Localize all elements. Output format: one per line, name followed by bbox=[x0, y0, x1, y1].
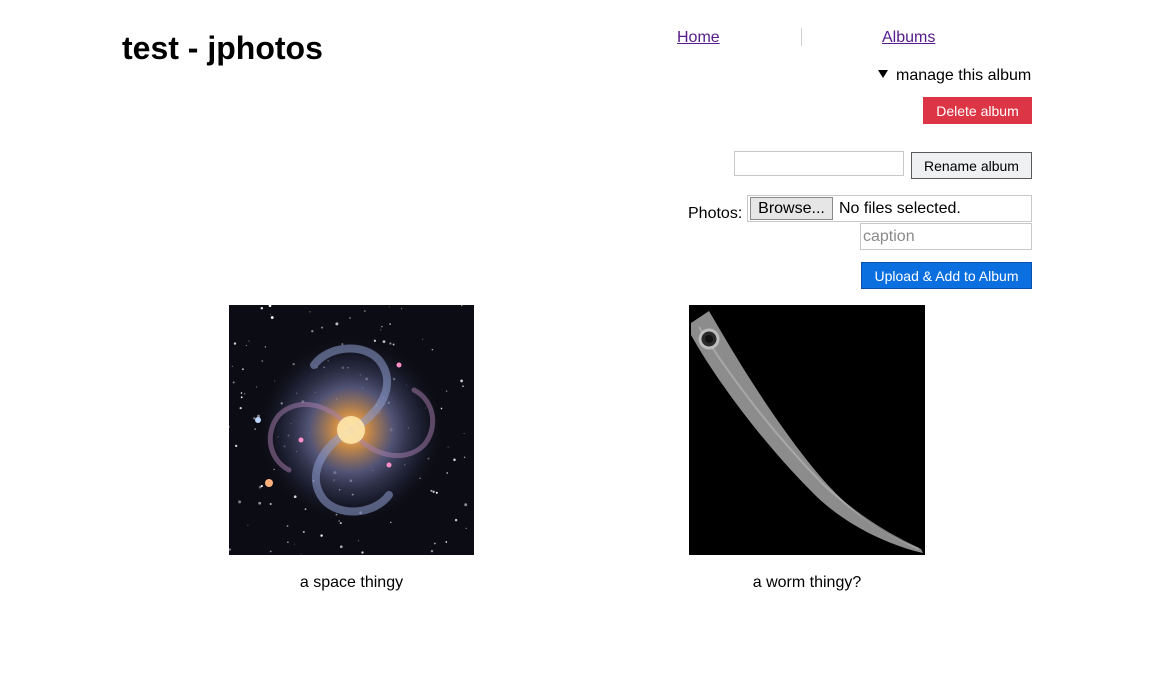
star-dot bbox=[293, 543, 295, 545]
star-dot bbox=[264, 346, 267, 348]
manage-album-label: manage this album bbox=[896, 67, 1032, 84]
worm-image[interactable] bbox=[689, 305, 925, 555]
star-dot bbox=[464, 503, 468, 507]
star-dot bbox=[430, 549, 434, 553]
star-dot bbox=[300, 554, 302, 555]
rename-album-button[interactable]: Rename album bbox=[911, 152, 1032, 179]
manage-album-toggle[interactable]: manage this album bbox=[878, 66, 1032, 86]
star-dot bbox=[240, 396, 243, 399]
star-dot bbox=[445, 541, 448, 543]
star-dot bbox=[454, 518, 458, 522]
nav-divider bbox=[801, 28, 802, 46]
star-dot bbox=[364, 310, 366, 312]
star-dot bbox=[238, 500, 242, 504]
star-dot bbox=[235, 444, 238, 448]
star-dot bbox=[231, 365, 233, 367]
star-dot bbox=[260, 484, 263, 488]
file-status-text: No files selected. bbox=[839, 200, 961, 217]
star-dot bbox=[335, 322, 339, 326]
star-dot bbox=[270, 316, 274, 319]
album-page: test - jphotos Home Albums manage this a… bbox=[0, 0, 1154, 683]
star-dot bbox=[361, 551, 364, 554]
star-dot bbox=[462, 385, 464, 388]
star-dot bbox=[430, 489, 433, 492]
star-dot bbox=[256, 386, 258, 388]
star-dot bbox=[357, 540, 359, 542]
caption-input[interactable] bbox=[860, 223, 1032, 250]
star-dot bbox=[248, 340, 250, 342]
star-dot bbox=[446, 472, 448, 474]
photo-card: a space thingy bbox=[229, 305, 474, 593]
photo-card: a worm thingy? bbox=[689, 305, 925, 593]
photo-file-input[interactable]: Browse... No files selected. bbox=[747, 195, 1032, 222]
star-dot bbox=[435, 491, 438, 494]
upload-add-button[interactable]: Upload & Add to Album bbox=[861, 262, 1032, 289]
star-dot bbox=[240, 392, 243, 394]
star-dot bbox=[422, 338, 424, 340]
star-dot bbox=[434, 542, 436, 545]
nav-albums-link[interactable]: Albums bbox=[882, 28, 935, 48]
star-dot bbox=[339, 545, 343, 549]
galaxy-image[interactable] bbox=[229, 305, 474, 555]
star-dot bbox=[388, 306, 390, 308]
star-dot bbox=[389, 323, 392, 326]
star-dot bbox=[349, 317, 351, 319]
delete-album-button[interactable]: Delete album bbox=[923, 97, 1032, 124]
rename-album-input[interactable] bbox=[734, 151, 904, 176]
star-dot bbox=[465, 527, 467, 530]
star-dot bbox=[232, 381, 235, 384]
photo-caption: a space thingy bbox=[299, 574, 404, 591]
star-dot bbox=[233, 342, 237, 345]
star-dot bbox=[269, 313, 271, 315]
star-dot bbox=[258, 501, 262, 505]
star-dot bbox=[431, 348, 434, 351]
star-dot bbox=[260, 306, 264, 310]
star-dot bbox=[286, 525, 289, 527]
star-dot bbox=[309, 311, 311, 313]
browse-button[interactable]: Browse... bbox=[750, 197, 833, 220]
star-dot bbox=[453, 458, 456, 462]
star-dot bbox=[244, 393, 246, 395]
star-dot bbox=[320, 534, 323, 537]
star-dot bbox=[269, 502, 272, 506]
star-dot bbox=[241, 368, 244, 371]
star-dot bbox=[463, 433, 465, 435]
star-dot bbox=[261, 360, 264, 362]
photos-label: Photos: bbox=[688, 205, 743, 222]
star-dot bbox=[380, 329, 382, 331]
page-title: test - jphotos bbox=[122, 30, 323, 66]
photo-caption: a worm thingy? bbox=[752, 574, 862, 591]
nav-home-link[interactable]: Home bbox=[677, 28, 720, 48]
star-dot bbox=[287, 541, 289, 543]
star-dot bbox=[460, 379, 463, 383]
star-dot bbox=[447, 446, 449, 448]
star-dot bbox=[311, 330, 314, 333]
star-dot bbox=[321, 326, 324, 329]
star-dot bbox=[247, 524, 249, 526]
star-dot bbox=[401, 308, 403, 310]
star-dot bbox=[245, 344, 247, 346]
star-dot bbox=[239, 406, 242, 410]
star-dot bbox=[381, 325, 383, 328]
star-dot bbox=[254, 428, 257, 430]
disclosure-triangle-icon bbox=[878, 70, 888, 78]
star-dot bbox=[269, 550, 272, 553]
star-dot bbox=[302, 530, 305, 533]
star-dot bbox=[432, 490, 435, 493]
star-dot bbox=[390, 521, 392, 524]
star-dot bbox=[445, 390, 448, 392]
star-dot bbox=[463, 456, 466, 459]
